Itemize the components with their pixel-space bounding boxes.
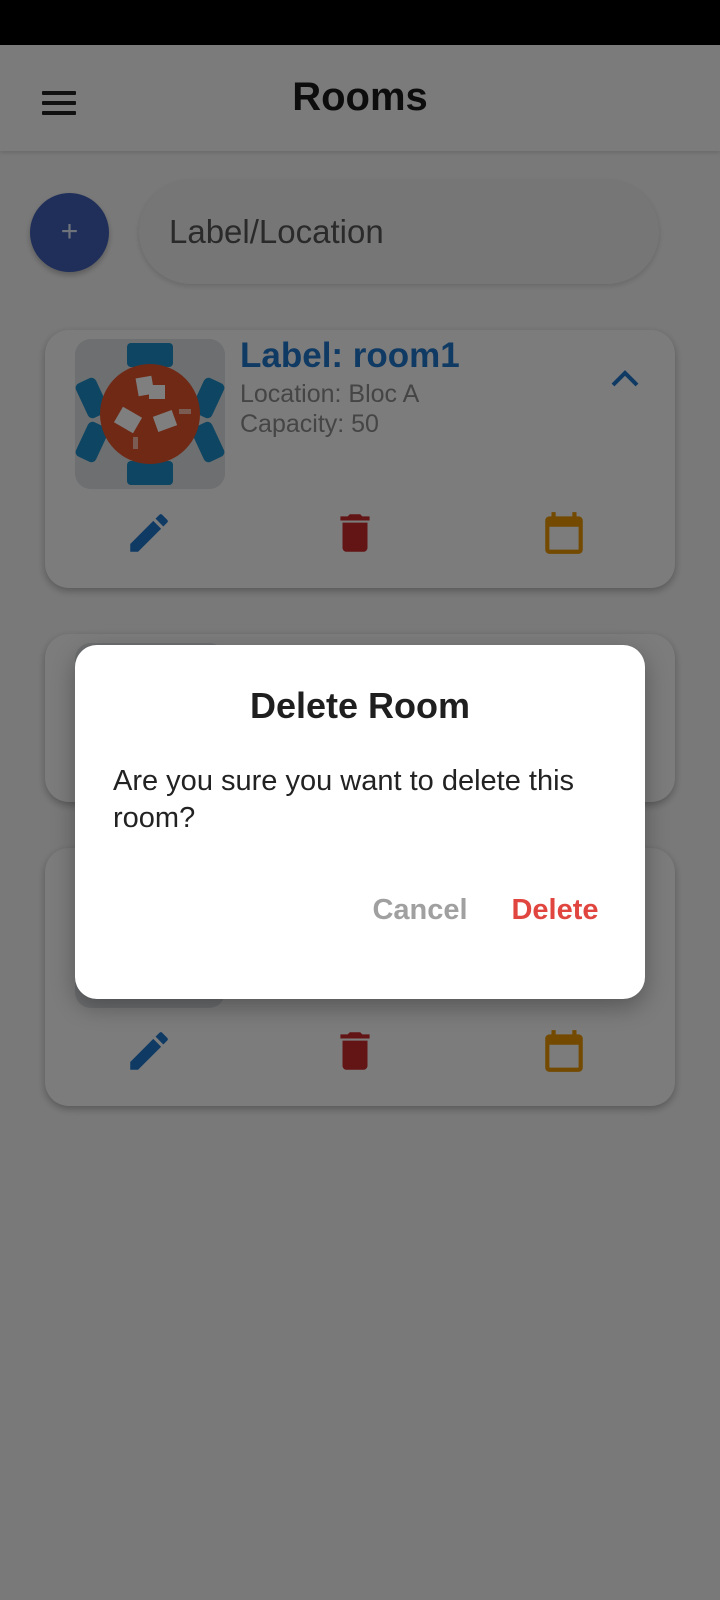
delete-room-dialog: Delete Room Are you sure you want to del… (75, 645, 645, 999)
cancel-button[interactable]: Cancel (365, 885, 475, 935)
dialog-title: Delete Room (249, 685, 471, 726)
delete-button[interactable]: Delete (500, 885, 610, 935)
dialog-message: Are you sure you want to delete this roo… (113, 765, 575, 834)
